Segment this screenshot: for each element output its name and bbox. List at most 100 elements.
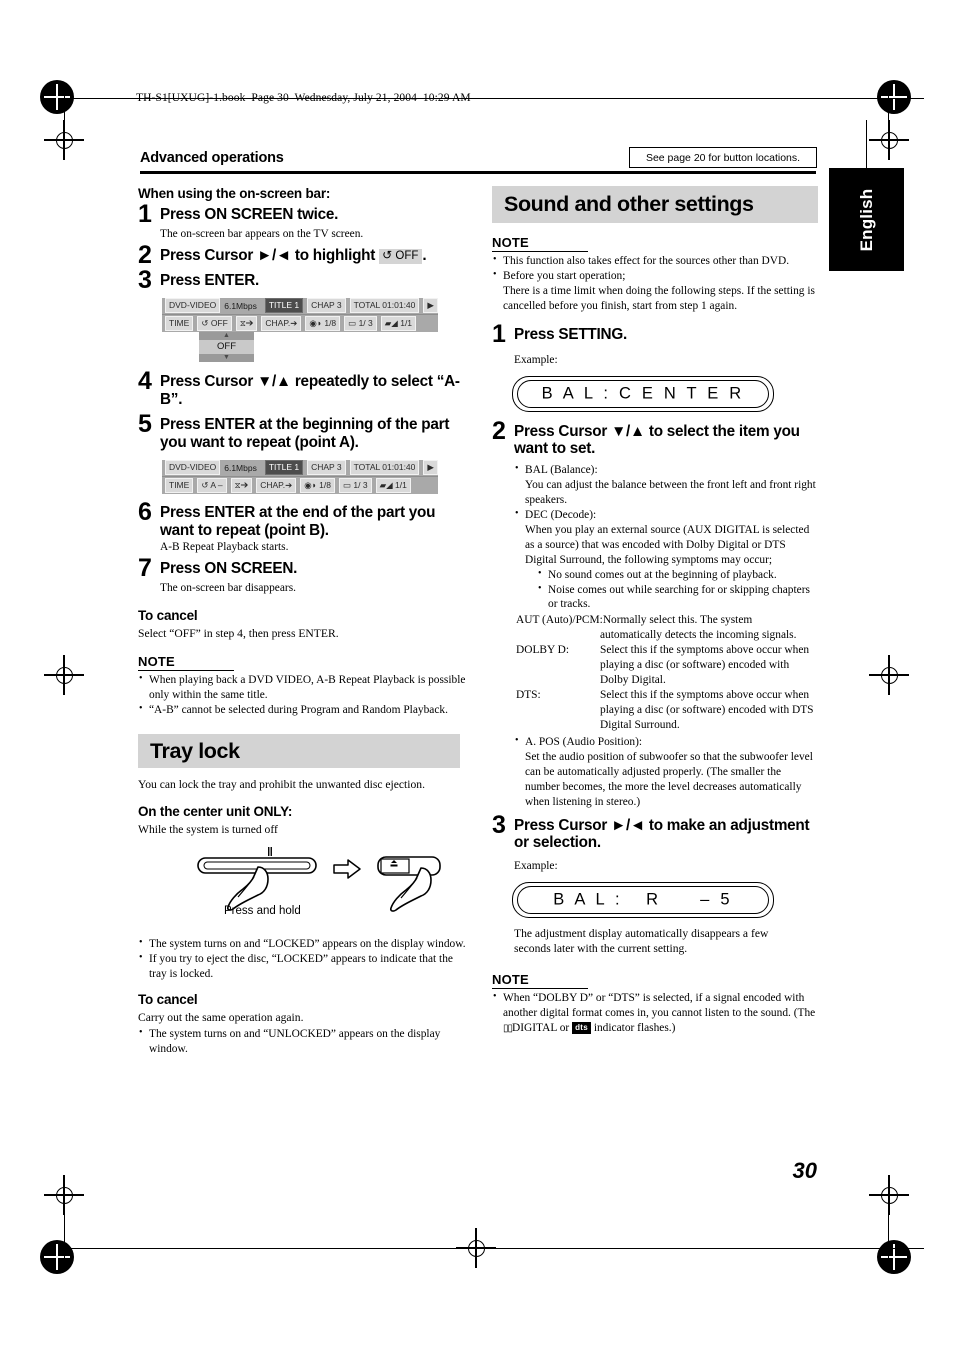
onscreen-bar-graphic-1: DVD-VIDEO 6.1Mbps TITLE 1 CHAP 3 TOTAL 0… — [162, 297, 438, 362]
press-and-hold-caption: Press and hold — [224, 904, 301, 917]
note-bullet: Before you start operation; There is a t… — [492, 268, 818, 314]
setting-step-3: 3 Press Cursor ►/◄ to make an adjustment… — [492, 812, 818, 852]
osd-repeat-value-2: A – — [210, 479, 223, 490]
setting-item-dec-symptoms: No sound comes out at the beginning of p… — [537, 567, 818, 613]
trim-line-right — [888, 90, 890, 134]
book-filename-header: TH-S1[UXUG]-1.book Page 30 Wednesday, Ju… — [136, 92, 471, 104]
setting-step-1: 1 Press SETTING. — [492, 319, 818, 348]
setting-item-dec-body: When you play an external source (AUX DI… — [525, 523, 810, 566]
step-7: 7 Press ON SCREEN. — [138, 556, 468, 581]
step-1-desc: The on-screen bar appears on the TV scre… — [160, 228, 364, 240]
registration-mark-top-right — [877, 80, 911, 114]
note-bottom-part1: When “DOLBY D” or “DTS” is selected, if … — [503, 991, 816, 1019]
setting-step-3-example-label: Example: — [514, 860, 558, 873]
setting-item-dec-title: DEC (Decode): — [525, 508, 597, 521]
decode-option-aut-def2: automatically detects the incoming signa… — [600, 629, 797, 642]
osd-repeat-icon-1: ↺ — [201, 317, 209, 328]
tray-lock-to-cancel-bullets: The system turns on and “UNLOCKED” appea… — [138, 1026, 468, 1057]
osd-audio-icon-1: ◉◗ — [309, 317, 322, 328]
note-bullet: This function also takes effect for the … — [492, 253, 818, 269]
language-tab-leader — [866, 120, 868, 170]
page-number: 30 — [792, 1158, 817, 1183]
left-column: When using the on-screen bar: 1 Press ON… — [138, 186, 468, 1057]
osd-row-bottom-2: TIME ↺ A – ⧖➔ CHAP.➔ ◉◗ 1/8 ▭ 1/ 3 ▰◢ 1/… — [162, 476, 438, 494]
setting-item-apos-title: A. POS (Audio Position): — [525, 735, 643, 748]
tray-lock-cancel-bullet: The system turns on and “UNLOCKED” appea… — [138, 1026, 468, 1057]
setting-item-bal-body: You can adjust the balance between the f… — [525, 478, 816, 506]
osd-angle-1: ▰◢ 1/1 — [380, 315, 417, 331]
setting-step-2: 2 Press Cursor ▼/▲ to select the item yo… — [492, 416, 818, 458]
center-unit-only-text: While the system is turned off — [138, 822, 278, 836]
osd-chap-arrow-2: ➔ — [285, 479, 293, 490]
step-3-number: 3 — [138, 265, 152, 294]
decode-option-dts-def: Select this if the symptoms above occur … — [600, 689, 814, 731]
display-panel-text: B A L : C E N T E R — [541, 384, 745, 403]
osd-subtitle-2: ▭ 1/ 3 — [339, 477, 372, 493]
decode-option-aut-term: AUT (Auto)/PCM: — [516, 614, 603, 627]
setting-items-list: BAL (Balance): You can adjust the balanc… — [514, 462, 818, 613]
step-7-desc: The on-screen bar disappears. — [160, 582, 296, 595]
osd-repeat-value-1: OFF — [210, 317, 228, 328]
decode-option-dts-term: DTS: — [516, 689, 541, 702]
see-page-note: See page 20 for button locations. — [629, 147, 817, 168]
osd-angle-icon-1: ▰◢ — [384, 317, 398, 328]
decode-options-list: AUT (Auto)/PCM: Normally select this. Th… — [516, 613, 818, 733]
osd-audio-1: ◉◗ 1/8 — [305, 315, 341, 331]
osd-chapter-2: CHAP 3 — [307, 460, 346, 476]
pause-button-illustration — [197, 857, 317, 911]
registration-mark-bottom-right — [877, 1240, 911, 1274]
osd-title-1: TITLE 1 — [264, 298, 304, 314]
step-2: 2 Press Cursor ►/◄ to highlight ↺ OFF. — [138, 242, 468, 267]
trim-line-bottom — [64, 1248, 924, 1250]
step-7-text: Press ON SCREEN. — [160, 560, 298, 578]
osd-disc-type-1: DVD-VIDEO — [165, 298, 221, 314]
setting-step-3-after: The adjustment display automatically dis… — [514, 926, 769, 956]
dts-icon: dts — [572, 1021, 591, 1035]
setting-step-2-number: 2 — [492, 416, 506, 445]
symptom-bullet: Noise comes out while searching for or s… — [537, 582, 818, 613]
note-heading-left: NOTE — [138, 654, 234, 672]
setting-item-bal-title: BAL (Balance): — [525, 464, 598, 477]
eject-button-illustration — [377, 856, 441, 912]
osd-chap-arrow-1: ➔ — [290, 317, 298, 328]
trim-line-left-bottom — [64, 1215, 66, 1259]
setting-step-2-text: Press Cursor ▼/▲ to select the item you … — [514, 422, 800, 458]
step-4-text: Press Cursor ▼/▲ repeatedly to select “A… — [160, 372, 460, 408]
step-6: 6 Press ENTER at the end of the part you… — [138, 499, 468, 539]
osd-play-icon-2: ▶ — [423, 460, 438, 476]
osd-angle-value-2: 1/1 — [395, 479, 407, 490]
display-panel-text: B A L : R – 5 — [553, 890, 733, 909]
tray-lock-intro: You can lock the tray and prohibit the u… — [138, 778, 425, 792]
right-column: Sound and other settings NOTE This funct… — [492, 186, 818, 1036]
osd-subtitle-value-2: 1/ 3 — [353, 479, 368, 490]
decode-option-aut: AUT (Auto)/PCM: Normally select this. Th… — [516, 613, 818, 628]
decode-option-dolby: DOLBY D: Select this if the symptoms abo… — [516, 643, 818, 688]
osd-row-top-1: DVD-VIDEO 6.1Mbps TITLE 1 CHAP 3 TOTAL 0… — [162, 297, 438, 315]
tray-lock-figure — [197, 856, 441, 912]
step-5-text: Press ENTER at the beginning of the part… — [160, 416, 450, 452]
setting-step-1-example-label: Example: — [514, 353, 558, 366]
setting-step-1-number: 1 — [492, 319, 506, 348]
setting-step-1-text: Press SETTING. — [514, 325, 627, 343]
osd-chap-label-2: CHAP. — [260, 479, 286, 490]
osd-dropdown-value: OFF — [199, 339, 254, 354]
note-bullet: “A-B” cannot be selected during Program … — [138, 702, 468, 718]
osd-bitrate-1: 6.1Mbps — [224, 300, 257, 311]
crop-cross-right-mid — [869, 655, 909, 695]
registration-mark-top-left — [40, 80, 74, 114]
decode-option-dts: DTS: Select this if the symptoms above o… — [516, 688, 818, 733]
tray-lock-banner: Tray lock — [138, 734, 460, 769]
osd-title-2: TITLE 1 — [264, 460, 304, 476]
osd-bitrate-2: 6.1Mbps — [224, 462, 257, 473]
decode-option-dolby-term: DOLBY D: — [516, 644, 570, 657]
note-bullet: When playing back a DVD VIDEO, A-B Repea… — [138, 672, 468, 703]
crop-cross-bottom-right — [869, 1175, 909, 1215]
tray-lock-bullets: The system turns on and “LOCKED” appears… — [138, 936, 468, 982]
osd-angle-icon-2: ▰◢ — [379, 479, 393, 490]
osd-chapter-1: CHAP 3 — [307, 298, 346, 314]
osd-subtitle-icon-2: ▭ — [343, 479, 352, 490]
osd-time-search-1: ⧖➔ — [235, 315, 258, 331]
setting-item-apos: A. POS (Audio Position): Set the audio p… — [514, 734, 818, 810]
osd-subtitle-value-1: 1/ 3 — [358, 317, 373, 328]
osd-subtitle-icon-1: ▭ — [348, 317, 357, 328]
